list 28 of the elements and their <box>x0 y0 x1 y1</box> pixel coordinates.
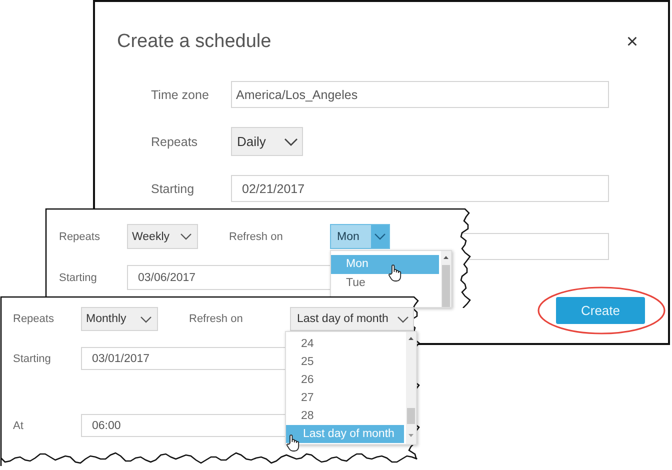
field-label: Refresh on <box>189 313 244 325</box>
chevron-icon <box>397 316 409 322</box>
field-label: Repeats <box>151 134 199 148</box>
field-label: Refresh on <box>229 230 284 242</box>
dropdown-option[interactable]: 27 <box>286 389 404 407</box>
chevron-icon <box>140 316 152 322</box>
chevron-icon <box>284 138 298 146</box>
repeats-select[interactable]: Weekly <box>127 224 198 249</box>
dropdown-option[interactable]: 26 <box>286 371 404 389</box>
field-label: Starting <box>13 352 52 364</box>
field-label: At <box>13 420 24 432</box>
input-field[interactable]: America/Los_Angeles <box>231 81 609 108</box>
input-field[interactable]: 02/21/2017 <box>231 175 609 202</box>
hand-cursor-icon <box>388 264 402 282</box>
field-label: Starting <box>59 272 98 284</box>
field-label: Repeats <box>59 230 101 242</box>
close-button[interactable]: × <box>622 32 642 52</box>
dialog-title: Create a schedule <box>117 31 272 53</box>
refresh-select[interactable]: Last day of month <box>290 307 414 331</box>
field-label: Repeats <box>13 313 55 325</box>
scrollbar <box>441 251 451 307</box>
refresh-select[interactable]: Mon <box>330 224 390 249</box>
field-label: Starting <box>151 182 196 196</box>
repeats-select[interactable]: Daily <box>231 127 303 156</box>
field-label: Time zone <box>151 88 210 102</box>
repeats-select[interactable]: Monthly <box>81 307 158 331</box>
chevron-icon <box>180 233 192 240</box>
chevron-icon <box>371 225 389 248</box>
